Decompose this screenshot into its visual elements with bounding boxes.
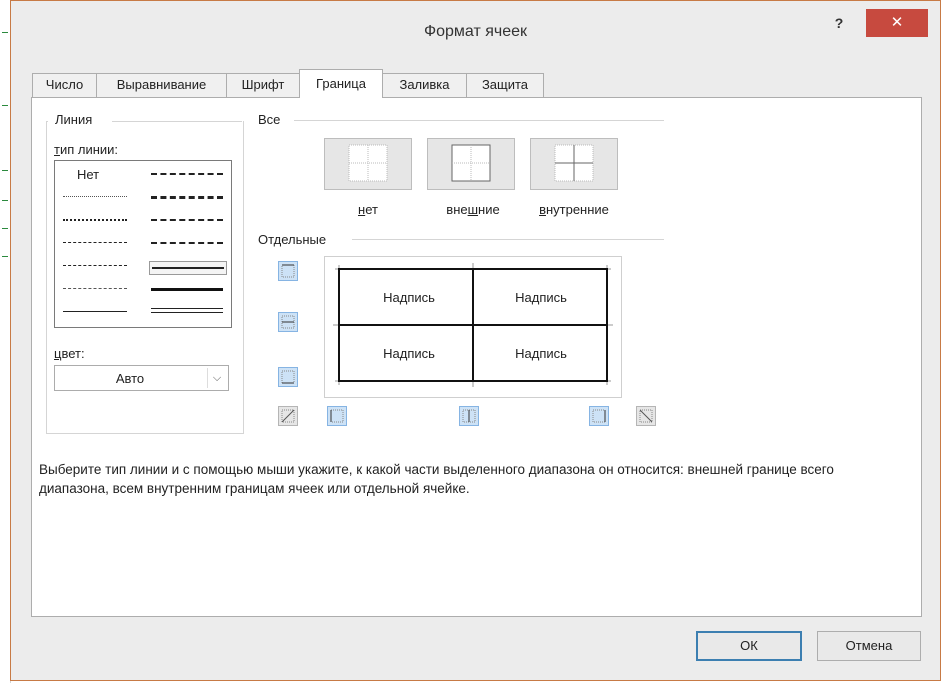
line-group-title: Линия xyxy=(53,112,95,127)
help-button[interactable]: ? xyxy=(826,11,852,35)
color-dropdown[interactable]: Авто ⌵ xyxy=(54,365,229,391)
tab-number[interactable]: Число xyxy=(32,73,97,97)
border-right-icon xyxy=(592,409,606,423)
line-style-medium-dash-dot-dot[interactable] xyxy=(151,173,223,175)
border-bottom-icon xyxy=(281,370,295,384)
border-bottom-button[interactable] xyxy=(278,367,298,387)
tab-font[interactable]: Шрифт xyxy=(226,73,300,97)
border-left-icon xyxy=(330,409,344,423)
line-style-slant-dash-dot[interactable] xyxy=(151,196,223,199)
close-icon: ✕ xyxy=(890,14,904,31)
preview-cell-1: Надпись xyxy=(383,290,435,305)
preset-inside-label: внутренние xyxy=(539,202,609,217)
color-value: Авто xyxy=(115,371,145,386)
ok-button[interactable]: ОК xyxy=(696,631,802,661)
preset-inside-button[interactable] xyxy=(530,138,618,190)
line-style-dotted[interactable] xyxy=(63,219,127,221)
border-right-button[interactable] xyxy=(589,406,609,426)
border-inside-vertical-button[interactable] xyxy=(459,406,479,426)
preset-inside-icon xyxy=(554,144,594,182)
diagonal-down-icon xyxy=(639,409,653,423)
preview-grid xyxy=(333,263,613,387)
line-style-list[interactable]: Нет xyxy=(54,160,232,328)
border-diagonal-down-button[interactable] xyxy=(636,406,656,426)
line-style-double[interactable] xyxy=(151,308,223,313)
tab-fill[interactable]: Заливка xyxy=(382,73,467,97)
help-description: Выберите тип линии и с помощью мыши укаж… xyxy=(39,462,834,496)
tab-protection[interactable]: Защита xyxy=(466,73,544,97)
chevron-down-icon: ⌵ xyxy=(207,368,226,388)
border-inside-vertical-icon xyxy=(462,409,476,423)
preview-cell-2: Надпись xyxy=(515,290,567,305)
all-group-title: Все xyxy=(258,112,281,127)
preview-cell-3: Надпись xyxy=(383,346,435,361)
line-style-dashed[interactable] xyxy=(63,288,127,289)
diagonal-up-icon xyxy=(281,409,295,423)
tab-border[interactable]: Граница xyxy=(299,69,383,98)
border-top-icon xyxy=(281,264,295,278)
border-top-button[interactable] xyxy=(278,261,298,281)
line-style-medium-dash-dot[interactable] xyxy=(151,219,223,221)
border-left-button[interactable] xyxy=(327,406,347,426)
format-cells-dialog: Формат ячеек ? ✕ Число Выравнивание Шриф… xyxy=(10,0,941,681)
line-style-thick[interactable] xyxy=(151,288,223,291)
preset-none-button[interactable] xyxy=(324,138,412,190)
preset-outline-label: внешние xyxy=(446,202,500,217)
border-inside-horizontal-icon xyxy=(281,315,295,329)
line-style-dash-dot[interactable] xyxy=(63,265,127,266)
separate-group-title: Отдельные xyxy=(258,232,327,247)
line-style-thin[interactable] xyxy=(63,311,127,312)
line-style-medium-dashed[interactable] xyxy=(151,242,223,244)
border-preview[interactable]: Надпись Надпись Надпись Надпись xyxy=(324,256,622,398)
title-bar: Формат ячеек ? ✕ xyxy=(11,1,940,63)
preview-cell-4: Надпись xyxy=(515,346,567,361)
line-style-dash-dot-dot[interactable] xyxy=(63,242,127,243)
line-style-none[interactable]: Нет xyxy=(77,167,99,182)
border-inside-horizontal-button[interactable] xyxy=(278,312,298,332)
border-diagonal-up-button[interactable] xyxy=(278,406,298,426)
preset-outline-icon xyxy=(451,144,491,182)
tab-alignment[interactable]: Выравнивание xyxy=(96,73,227,97)
line-type-label: тип линии: xyxy=(54,142,119,157)
line-style-hair[interactable] xyxy=(63,196,127,197)
line-style-medium-selected[interactable] xyxy=(149,261,227,275)
border-tab-panel: Линия тип линии: Нет цвет: Авто ⌵ Все не… xyxy=(31,97,922,617)
preset-none-icon xyxy=(348,144,388,182)
close-button[interactable]: ✕ xyxy=(866,9,928,37)
color-label: цвет: xyxy=(54,346,85,361)
preset-none-label: нет xyxy=(358,202,378,217)
preset-outline-button[interactable] xyxy=(427,138,515,190)
dialog-title: Формат ячеек xyxy=(423,23,528,40)
cancel-button[interactable]: Отмена xyxy=(817,631,921,661)
